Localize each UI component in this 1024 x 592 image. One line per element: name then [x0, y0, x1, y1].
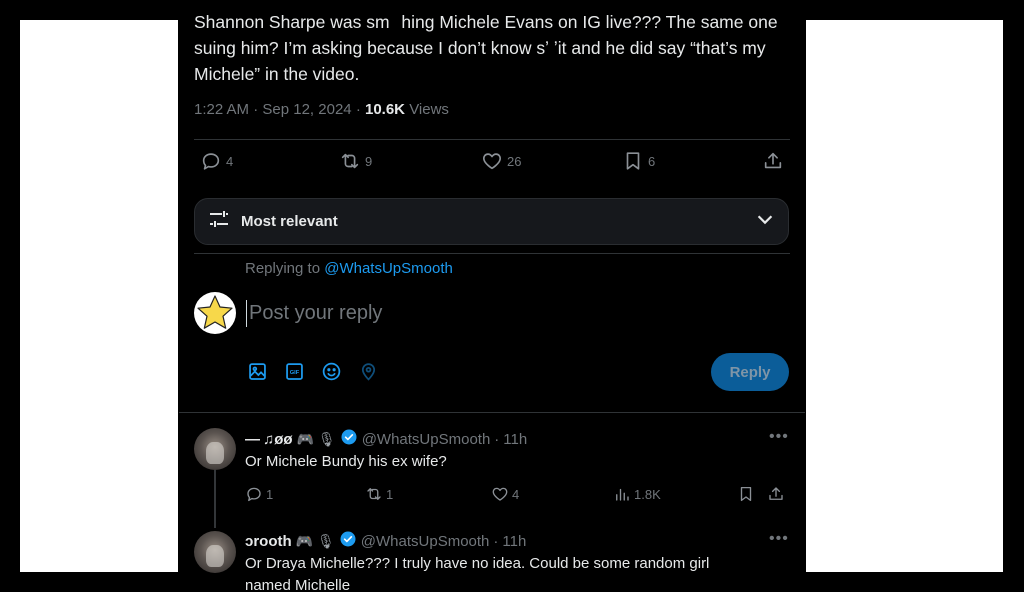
tweet-date[interactable]: Sep 12, 2024: [262, 101, 351, 118]
replying-handle-link[interactable]: @WhatsUpSmooth: [324, 260, 453, 277]
reply-avatar[interactable]: [194, 428, 236, 470]
emoji-icon: [322, 362, 341, 381]
repost-count: 9: [365, 153, 373, 169]
verified-badge-icon: [339, 530, 357, 552]
star-avatar-icon: [197, 295, 233, 329]
replying-prefix: Replying to: [245, 260, 321, 277]
user-handle[interactable]: @WhatsUpSmooth: [362, 431, 491, 448]
verified-badge-icon: [340, 428, 358, 450]
like-count: 4: [512, 486, 520, 502]
name-emojis: 🎮 🎙: [296, 430, 336, 447]
meta-separator: ·: [253, 101, 259, 118]
gif-button[interactable]: GIF: [284, 361, 305, 387]
views-action[interactable]: 1.8K: [613, 485, 661, 503]
reply-header: — ♫øø 🎮 🎙 @WhatsUpSmooth · 11h: [245, 428, 527, 450]
heart-icon: [483, 153, 501, 170]
replying-to: Replying to @WhatsUpSmooth: [245, 260, 453, 277]
reply-action[interactable]: 4: [200, 150, 233, 172]
composer-toolbar: GIF: [247, 361, 379, 387]
left-white-panel: [20, 20, 178, 572]
divider: [194, 253, 790, 254]
reply-icon: [247, 487, 261, 502]
tweet-time[interactable]: 1:22 AM: [194, 101, 249, 118]
bookmark-count: 6: [648, 153, 656, 169]
dot-separator: ·: [494, 430, 500, 448]
sort-replies-dropdown[interactable]: Most relevant: [194, 198, 789, 245]
sort-label: Most relevant: [241, 213, 338, 230]
reply-header: ɔrooth 🎮 🎙 @WhatsUpSmooth · 11h: [245, 530, 526, 552]
right-white-panel: [806, 20, 1003, 572]
user-handle[interactable]: @WhatsUpSmooth: [361, 533, 490, 550]
like-action[interactable]: 26: [481, 150, 521, 172]
reply-action[interactable]: 1: [245, 485, 273, 503]
views-label: Views: [409, 101, 449, 118]
display-name[interactable]: ɔrooth: [245, 533, 292, 550]
reply-input[interactable]: Post your reply: [246, 300, 382, 327]
post-detail-column: Shannon Sharpe was sm hing Michele Evans…: [179, 0, 805, 592]
media-button[interactable]: [247, 361, 268, 387]
more-options-icon[interactable]: •••: [769, 428, 789, 446]
name-emojis: 🎮 🎙: [295, 532, 335, 549]
repost-action[interactable]: 1: [365, 485, 393, 503]
repost-action[interactable]: 9: [339, 150, 372, 172]
bookmark-icon: [740, 486, 752, 502]
svg-text:GIF: GIF: [290, 370, 300, 376]
like-action[interactable]: 4: [491, 485, 519, 503]
reply-text: Or Michele Bundy his ex wife?: [245, 453, 447, 470]
reply-text: Or Draya Michelle??? I truly have no ide…: [245, 555, 710, 592]
reply-avatar[interactable]: [194, 531, 236, 573]
tweet-meta: 1:22 AM · Sep 12, 2024 · 10.6K Views: [194, 101, 449, 118]
user-avatar[interactable]: [194, 292, 236, 334]
views-count: 1.8K: [634, 486, 661, 502]
more-options-icon[interactable]: •••: [769, 530, 789, 548]
reply-count: 1: [266, 486, 274, 502]
repost-icon: [367, 488, 381, 500]
location-pin-icon: [361, 363, 376, 381]
chevron-down-icon: [754, 208, 776, 235]
bookmark-action[interactable]: [737, 485, 755, 503]
heart-icon: [492, 487, 508, 501]
gif-icon: GIF: [286, 363, 303, 380]
reply-button[interactable]: Reply: [711, 353, 789, 391]
repost-icon: [341, 153, 359, 169]
views-count: 10.6K: [364, 101, 406, 118]
location-button[interactable]: [358, 361, 379, 387]
thread-connector-line: [214, 470, 216, 528]
reply-icon: [202, 153, 220, 170]
divider: [194, 139, 790, 140]
post-time[interactable]: 11h: [502, 533, 526, 550]
like-count: 26: [507, 153, 522, 169]
emoji-button[interactable]: [321, 361, 342, 387]
tweet-text: Shannon Sharpe was sm hing Michele Evans…: [194, 12, 778, 84]
share-icon: [764, 152, 782, 169]
reply-count: 4: [226, 153, 234, 169]
analytics-icon: [616, 488, 629, 501]
divider: [179, 412, 805, 413]
filter-sliders-icon: [207, 207, 231, 236]
repost-count: 1: [386, 486, 394, 502]
reply-actions: 1 1 4 1.8K: [245, 485, 790, 507]
dot-separator: ·: [493, 532, 499, 550]
display-name[interactable]: — ♫øø: [245, 431, 293, 448]
post-time[interactable]: 11h: [503, 431, 527, 448]
share-action[interactable]: [762, 150, 784, 172]
bookmark-icon: [626, 152, 640, 170]
share-action[interactable]: [767, 485, 785, 503]
tweet-actions: 4 9 26 6: [194, 150, 790, 180]
meta-separator: ·: [355, 101, 361, 118]
share-icon: [769, 487, 783, 500]
image-icon: [249, 363, 266, 380]
bookmark-action[interactable]: 6: [622, 150, 655, 172]
